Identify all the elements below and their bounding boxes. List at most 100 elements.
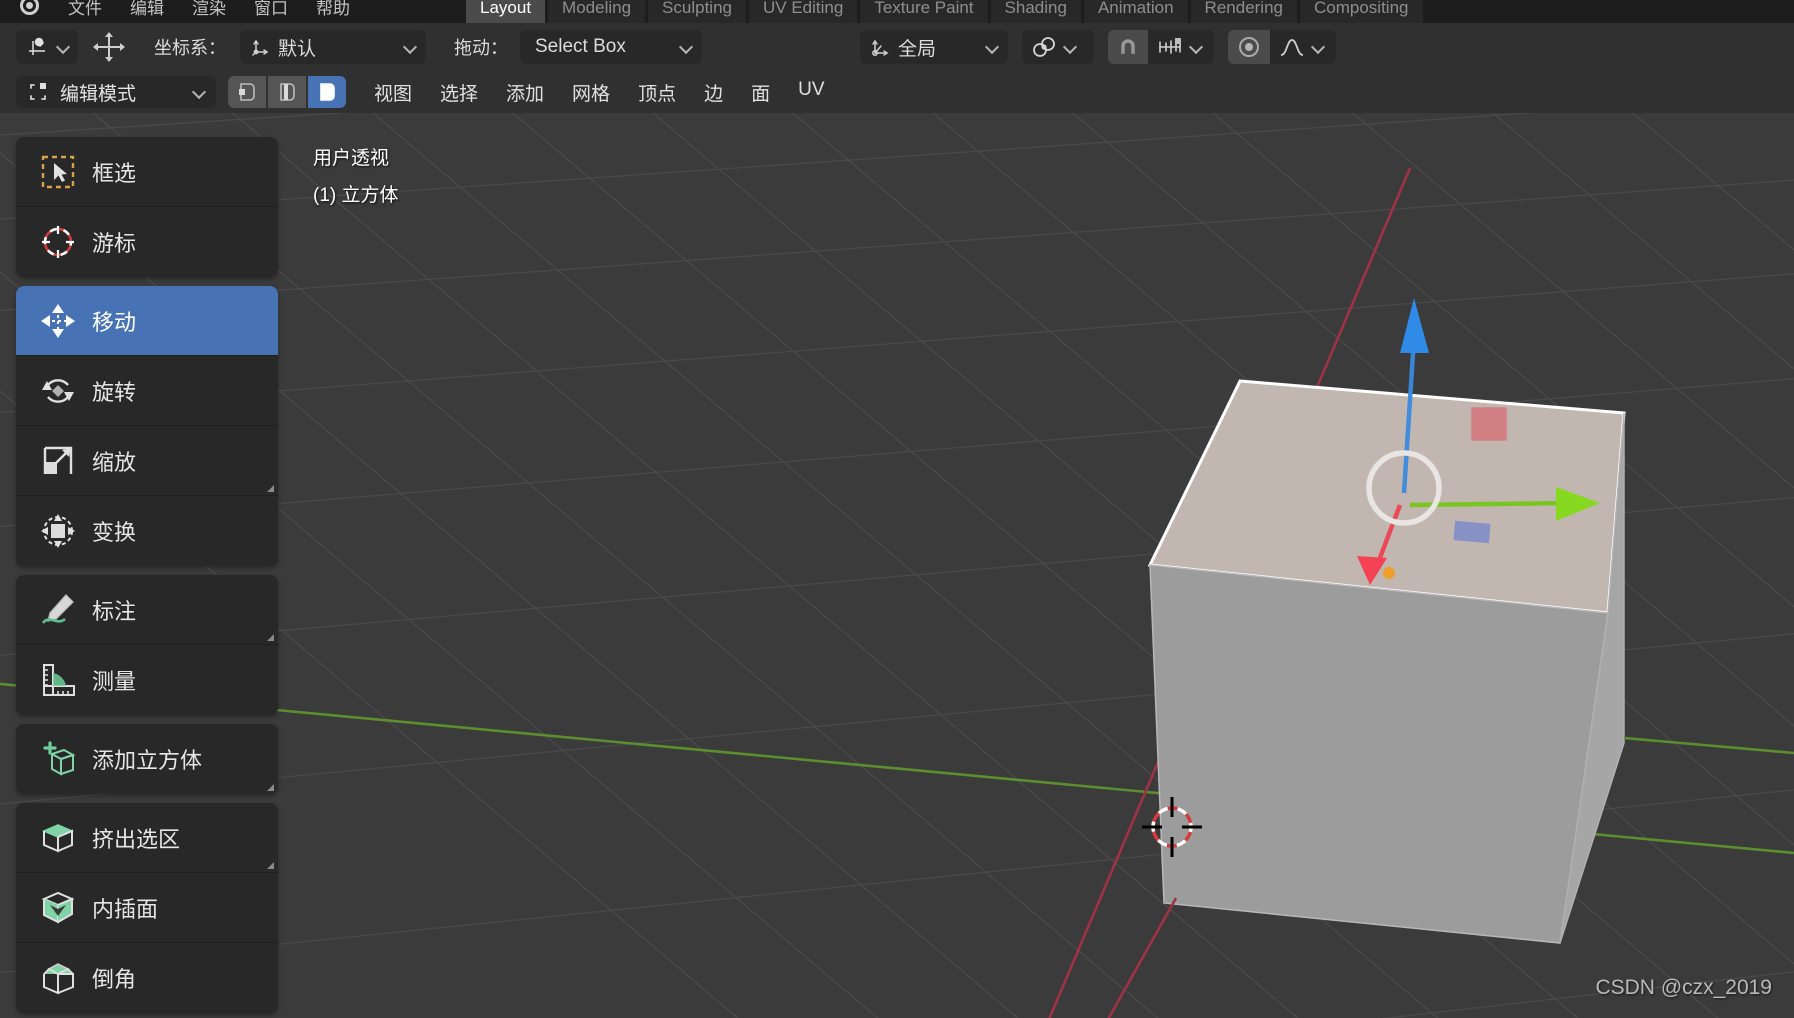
menu-item-help[interactable]: 帮助	[302, 0, 364, 21]
tool-add-cube[interactable]: 添加立方体	[16, 724, 278, 794]
edge-select-mode-button[interactable]	[268, 76, 306, 108]
drag-label: 拖动：	[454, 38, 508, 58]
transform-icon	[38, 511, 78, 551]
toolbar-group-select: 框选 游标	[16, 137, 278, 277]
mesh-select-mode-group	[228, 76, 346, 108]
viewport-menu-select[interactable]: 选择	[426, 74, 492, 111]
face-select-mode-button[interactable]	[308, 76, 346, 108]
cursor-icon	[38, 222, 78, 262]
workspace-tabs: Layout Modeling Sculpting UV Editing Tex…	[466, 0, 1423, 23]
pivot-point-icon	[1031, 35, 1057, 59]
tool-box-select[interactable]: 框选	[16, 137, 278, 207]
x-axis-line-front	[1107, 897, 1178, 1018]
top-bar: 文件 编辑 渲染 窗口 帮助 Layout Modeling Sculpting…	[0, 0, 1794, 23]
transform-orientation-icon	[869, 36, 891, 58]
tab-sculpting[interactable]: Sculpting	[648, 0, 746, 23]
cube-object	[1147, 379, 1626, 944]
orientation-dropdown[interactable]: 默认	[240, 30, 426, 64]
chevron-down-icon	[57, 41, 70, 54]
tool-rotate[interactable]: 旋转	[16, 356, 278, 426]
blender-window: 文件 编辑 渲染 窗口 帮助 Layout Modeling Sculpting…	[0, 0, 1794, 1018]
add-cube-icon	[38, 739, 78, 779]
orientation-label: 坐标系：	[154, 38, 226, 58]
viewport-menu-uv[interactable]: UV	[784, 74, 838, 111]
move-tool-icon	[24, 34, 50, 60]
drag-dropdown[interactable]: Select Box	[520, 30, 702, 64]
viewport-menus: 视图 选择 添加 网格 顶点 边 面 UV	[360, 74, 839, 111]
snap-toggle-button[interactable]	[1108, 30, 1148, 64]
menu-item-file[interactable]: 文件	[54, 0, 116, 21]
tab-compositing[interactable]: Compositing	[1300, 0, 1423, 23]
viewport-menu-add[interactable]: 添加	[492, 74, 558, 111]
snap-settings-dropdown[interactable]	[1148, 30, 1214, 64]
chevron-down-icon	[986, 41, 999, 54]
interaction-mode-dropdown[interactable]: 编辑模式	[16, 76, 216, 108]
chevron-down-icon	[1190, 41, 1203, 54]
viewport-menu-mesh[interactable]: 网格	[558, 74, 624, 111]
tab-rendering[interactable]: Rendering	[1190, 0, 1297, 23]
pivot-point-dropdown[interactable]	[1022, 30, 1094, 64]
transform-gizmo-icon[interactable]	[78, 30, 140, 64]
watermark: CSDN @czx_2019	[1595, 976, 1772, 999]
menu-item-edit[interactable]: 编辑	[116, 0, 178, 21]
tool-move[interactable]: 移动	[16, 286, 278, 356]
vertex-select-mode-button[interactable]	[228, 76, 266, 108]
tool-transform[interactable]: 变换	[16, 496, 278, 566]
proportional-editing-toggle[interactable]	[1228, 30, 1270, 64]
y-axis-line-right	[1623, 736, 1794, 755]
tool-submenu-indicator	[267, 784, 274, 791]
tool-label: 测量	[92, 669, 137, 694]
bevel-icon	[38, 958, 78, 998]
tool-measure[interactable]: 测量	[16, 645, 278, 715]
tool-bevel[interactable]: 倒角	[16, 943, 278, 1013]
toolbar-group-mesh-edit: 挤出选区 内插面 倒角	[16, 803, 278, 1013]
tool-submenu-indicator	[267, 634, 274, 641]
tool-settings-bar: 坐标系： 默认 拖动： Select Box 全局	[0, 23, 1794, 71]
snap-increment-icon	[1157, 38, 1183, 56]
viewport-menu-face[interactable]: 面	[737, 74, 784, 111]
tool-label: 变换	[92, 520, 137, 545]
blender-logo-icon[interactable]	[12, 0, 46, 18]
tab-shading[interactable]: Shading	[990, 0, 1081, 23]
toolbar-group-annotate: 标注 测量	[16, 575, 278, 715]
viewport-menu-edge[interactable]: 边	[690, 74, 737, 111]
edge-icon	[276, 81, 298, 103]
tool-cursor[interactable]: 游标	[16, 207, 278, 277]
transform-orientation-dropdown[interactable]: 全局	[860, 30, 1008, 64]
tool-label: 旋转	[92, 379, 137, 405]
orientation-axis-icon	[249, 36, 271, 58]
face-icon	[316, 81, 338, 103]
interaction-mode-value: 编辑模式	[60, 83, 137, 105]
chevron-down-icon	[680, 41, 693, 54]
toolbar: 框选 游标 移动 旋转 缩放 变换 标注 测量 添加立方体 挤出选区 内插面 倒…	[16, 137, 278, 1013]
tool-submenu-indicator	[267, 485, 274, 492]
toolbar-group-add: 添加立方体	[16, 724, 278, 794]
tab-modeling[interactable]: Modeling	[548, 0, 646, 23]
active-tool-button[interactable]	[16, 30, 78, 64]
tool-label: 标注	[92, 598, 137, 624]
tool-extrude-region[interactable]: 挤出选区	[16, 803, 278, 873]
falloff-dropdown[interactable]	[1270, 30, 1336, 64]
menu-item-render[interactable]: 渲染	[178, 0, 240, 21]
tool-scale[interactable]: 缩放	[16, 426, 278, 496]
edit-mode-icon	[26, 80, 50, 104]
drag-value: Select Box	[535, 36, 626, 57]
tool-inset-faces[interactable]: 内插面	[16, 873, 278, 943]
viewport-header: 编辑模式 视图 选择 添加 网格 顶点 边 面 UV	[0, 71, 1794, 113]
tab-texture-paint[interactable]: Texture Paint	[860, 0, 988, 23]
viewport-menu-vertex[interactable]: 顶点	[624, 74, 690, 111]
inset-faces-icon	[38, 888, 78, 928]
menu-item-window[interactable]: 窗口	[240, 0, 302, 21]
smooth-falloff-icon	[1279, 37, 1305, 57]
proportional-editing-icon	[1236, 34, 1262, 60]
measure-icon	[38, 660, 78, 700]
viewport-menu-view[interactable]: 视图	[360, 74, 426, 111]
tab-layout[interactable]: Layout	[466, 0, 546, 23]
orientation-value: 默认	[278, 38, 317, 60]
tool-label: 框选	[92, 160, 137, 186]
tab-uv-editing[interactable]: UV Editing	[748, 0, 858, 23]
tool-label: 移动	[92, 309, 137, 335]
tab-animation[interactable]: Animation	[1083, 0, 1188, 23]
tool-annotate[interactable]: 标注	[16, 575, 278, 645]
transform-orientation-value: 全局	[898, 38, 937, 60]
